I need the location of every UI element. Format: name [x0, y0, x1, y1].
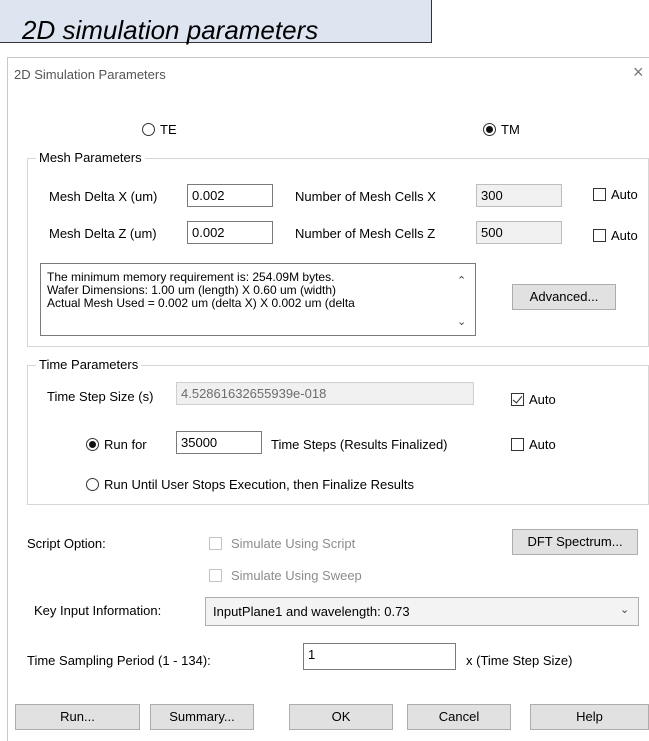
- auto-step-label: Auto: [529, 392, 556, 407]
- mesh-delta-x-label: Mesh Delta X (um): [49, 189, 158, 204]
- mesh-delta-z-input[interactable]: 0.002: [187, 221, 273, 244]
- time-sampling-input[interactable]: 1: [303, 643, 456, 670]
- auto-z-label: Auto: [611, 228, 638, 243]
- mesh-parameters-label: Mesh Parameters: [36, 150, 145, 165]
- run-for-steps-input[interactable]: 35000: [176, 431, 262, 454]
- auto-x-checkbox[interactable]: [593, 188, 606, 201]
- auto-step-checkbox[interactable]: [511, 393, 524, 406]
- script-option-label: Script Option:: [27, 536, 106, 551]
- caption-title: 2D simulation parameters: [22, 15, 319, 45]
- summary-button[interactable]: Summary...: [150, 704, 254, 730]
- run-button[interactable]: Run...: [15, 704, 140, 730]
- auto-run-checkbox[interactable]: [511, 438, 524, 451]
- dialog-title: 2D Simulation Parameters: [14, 67, 166, 82]
- memory-info-text: The minimum memory requirement is: 254.0…: [47, 271, 355, 310]
- time-sampling-suffix: x (Time Step Size): [466, 653, 573, 668]
- tm-radio-label: TM: [501, 122, 520, 137]
- advanced-button[interactable]: Advanced...: [512, 284, 616, 310]
- info-line: Actual Mesh Used = 0.002 um (delta X) X …: [47, 296, 355, 310]
- ok-button[interactable]: OK: [289, 704, 393, 730]
- mesh-cells-x-label: Number of Mesh Cells X: [295, 189, 436, 204]
- help-button[interactable]: Help: [530, 704, 649, 730]
- te-radio-label: TE: [160, 122, 177, 137]
- auto-z-checkbox[interactable]: [593, 229, 606, 242]
- simulate-sweep-checkbox[interactable]: [209, 569, 222, 582]
- tm-radio[interactable]: [483, 123, 496, 136]
- cancel-button[interactable]: Cancel: [407, 704, 511, 730]
- time-parameters-label: Time Parameters: [36, 357, 142, 372]
- mesh-cells-z-field: 500: [476, 221, 562, 244]
- scroll-up-icon[interactable]: ⌃: [457, 276, 466, 287]
- simulate-sweep-label: Simulate Using Sweep: [231, 568, 362, 583]
- close-icon[interactable]: ×: [633, 63, 644, 81]
- run-for-suffix: Time Steps (Results Finalized): [271, 437, 448, 452]
- mesh-cells-z-label: Number of Mesh Cells Z: [295, 226, 436, 241]
- key-input-selected: InputPlane1 and wavelength: 0.73: [213, 604, 410, 619]
- dft-spectrum-button[interactable]: DFT Spectrum...: [512, 529, 638, 555]
- time-step-size-field: 4.52861632655939e-018: [176, 382, 474, 405]
- mesh-cells-x-field: 300: [476, 184, 562, 207]
- time-step-size-label: Time Step Size (s): [47, 389, 154, 404]
- simulate-script-label: Simulate Using Script: [231, 536, 356, 551]
- auto-run-label: Auto: [529, 437, 556, 452]
- mesh-delta-z-label: Mesh Delta Z (um): [49, 226, 157, 241]
- run-for-label: Run for: [104, 437, 147, 452]
- run-until-radio[interactable]: [86, 478, 99, 491]
- scroll-down-icon[interactable]: ⌄: [457, 317, 466, 328]
- mesh-delta-x-input[interactable]: 0.002: [187, 184, 273, 207]
- auto-x-label: Auto: [611, 187, 638, 202]
- time-sampling-label: Time Sampling Period (1 - 134):: [27, 653, 211, 668]
- key-input-label: Key Input Information:: [34, 603, 162, 618]
- te-radio[interactable]: [142, 123, 155, 136]
- run-for-radio[interactable]: [86, 438, 99, 451]
- run-until-label: Run Until User Stops Execution, then Fin…: [104, 477, 414, 492]
- simulate-script-checkbox[interactable]: [209, 537, 222, 550]
- chevron-down-icon[interactable]: ⌄: [620, 603, 629, 616]
